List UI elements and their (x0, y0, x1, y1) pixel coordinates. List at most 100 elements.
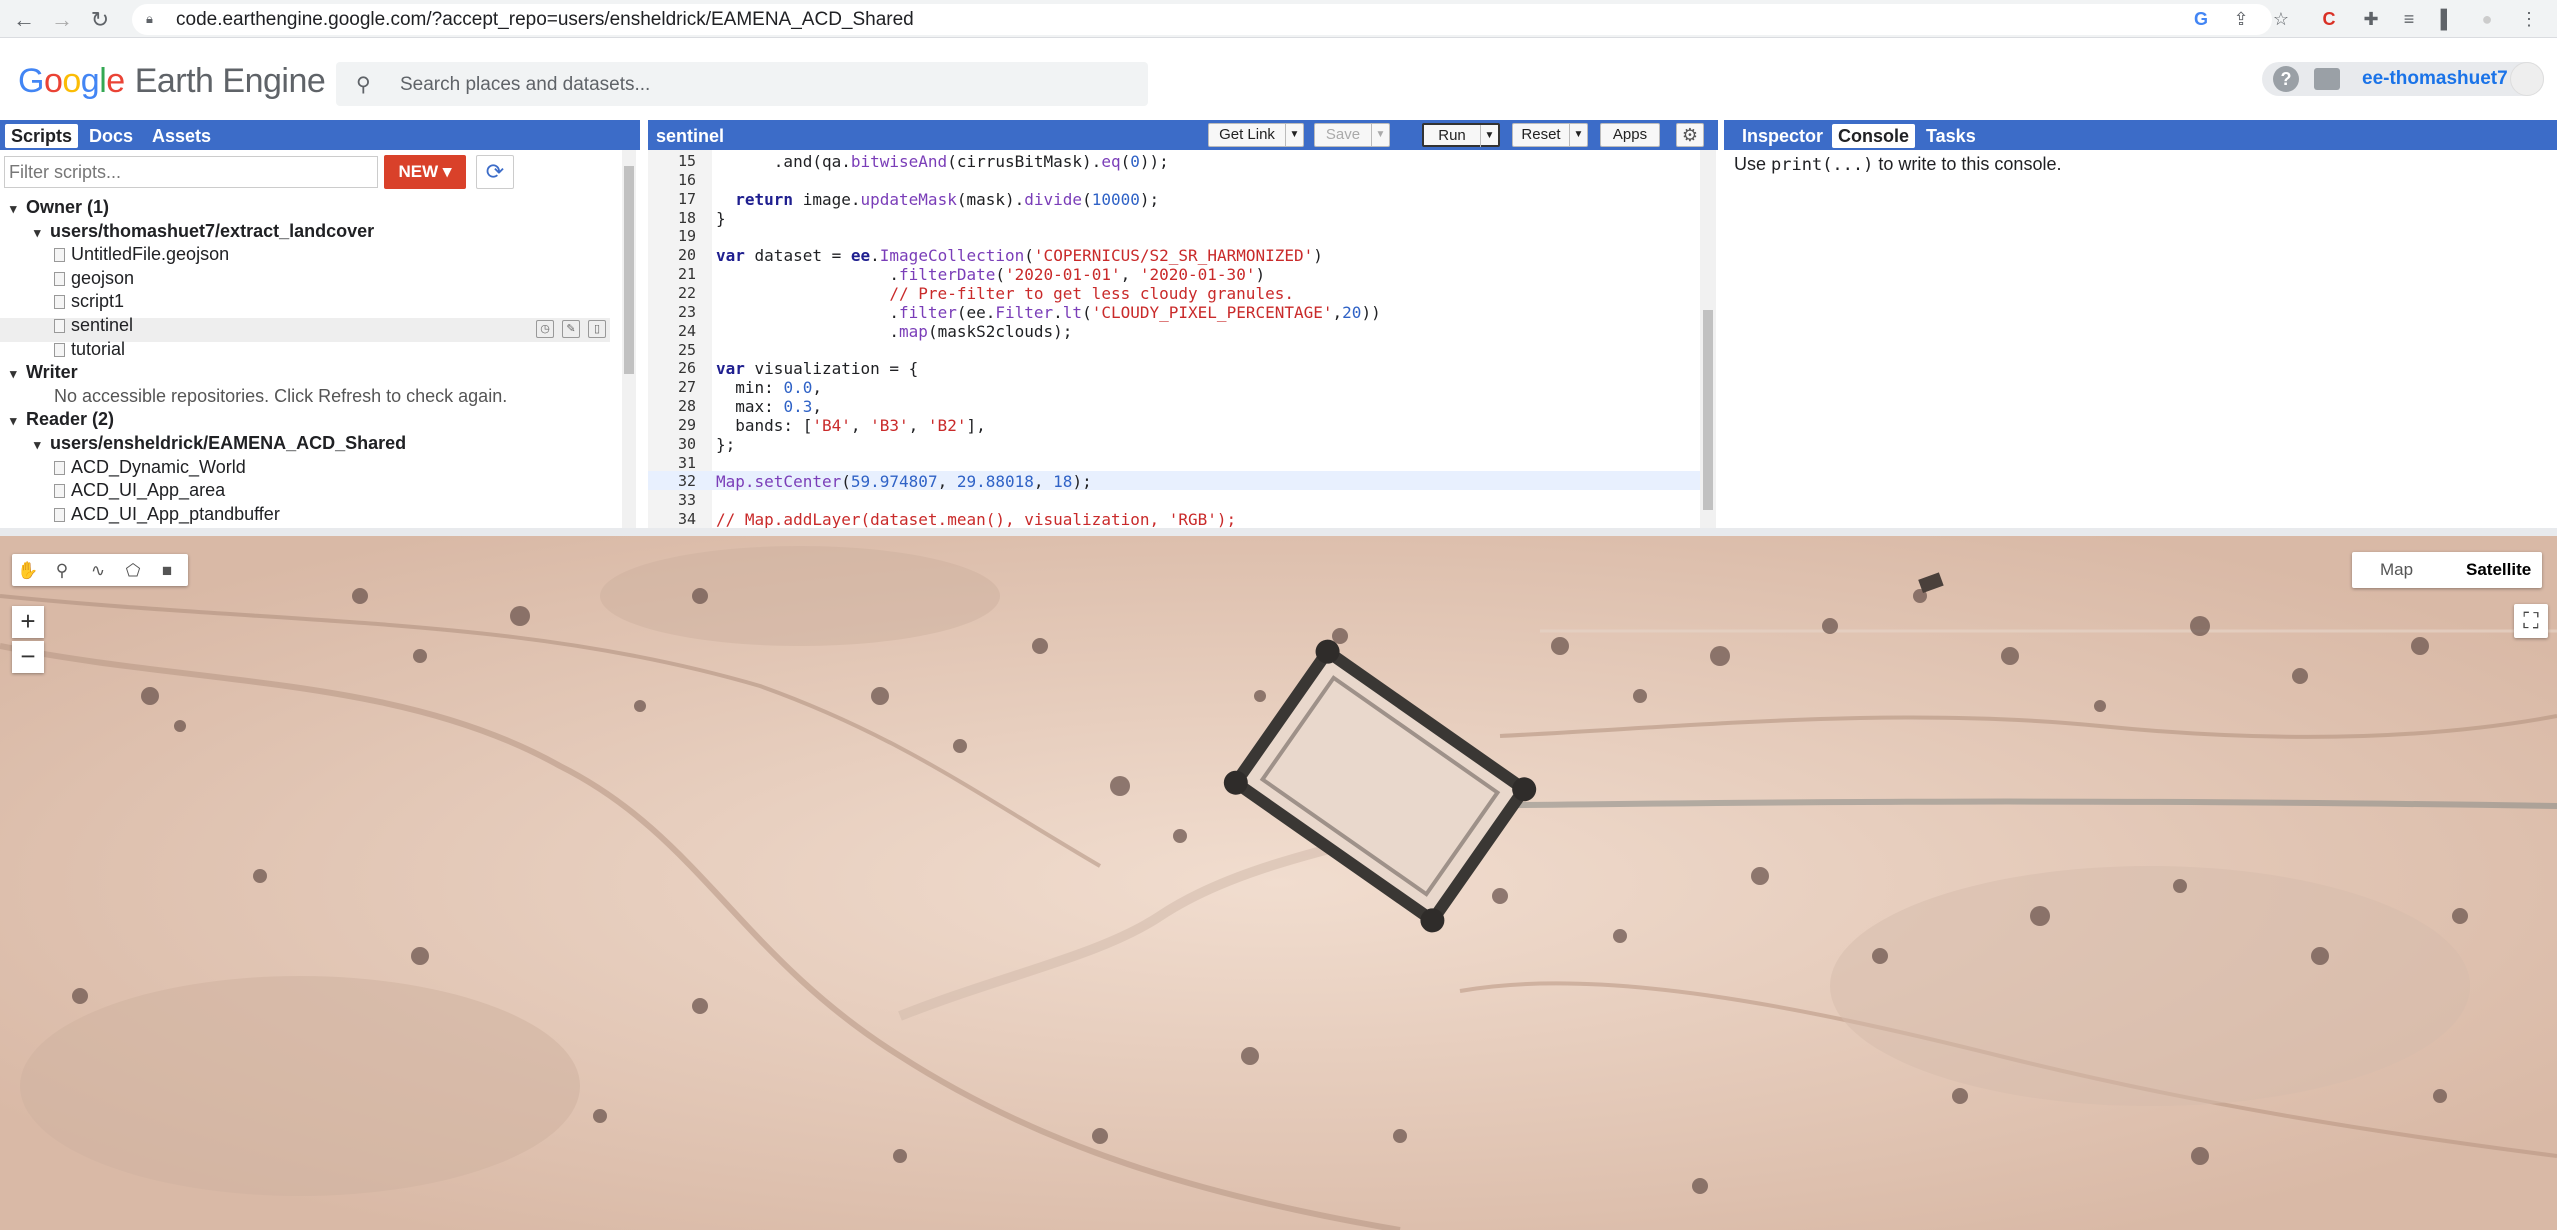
avatar[interactable] (2510, 62, 2544, 96)
tree-folder[interactable]: ▾ Writer (10, 361, 78, 384)
script-file[interactable]: UntitledFile.geojson (54, 243, 229, 266)
code-line[interactable]: } (716, 209, 726, 228)
file-icon (54, 248, 65, 263)
script-file[interactable]: sentinel (54, 314, 133, 337)
tab-assets[interactable]: Assets (146, 124, 217, 148)
reset-button[interactable]: Reset ▼ (1512, 123, 1588, 147)
map-view[interactable] (0, 536, 2557, 1230)
hand-icon[interactable]: ✋ (17, 560, 39, 582)
tree-folder[interactable]: ▾ users/thomashuet7/extract_landcover (34, 220, 374, 243)
code-line[interactable]: bands: ['B4', 'B3', 'B2'], (716, 416, 985, 435)
chevron-down-icon[interactable]: ▼ (1285, 124, 1303, 146)
caret-down-icon[interactable]: ▾ (34, 221, 50, 244)
code-line[interactable]: return image.updateMask(mask).divide(100… (716, 190, 1159, 209)
console-panel (1724, 150, 2557, 528)
script-file[interactable]: ACD_Dynamic_World (54, 456, 246, 479)
browser-toolbar: ← → ↻ 🔒︎ code.earthengine.google.com/?ac… (0, 0, 2557, 38)
script-file[interactable]: geojson (54, 267, 134, 290)
forward-icon[interactable]: → (48, 6, 76, 34)
code-line[interactable]: // Pre-filter to get less cloudy granule… (716, 284, 1294, 303)
panel-divider[interactable] (0, 528, 2557, 536)
tab-tasks[interactable]: Tasks (1920, 124, 1982, 148)
share-icon[interactable]: ⇪ (2230, 8, 2252, 30)
refresh-icon[interactable]: ⟳ (476, 155, 514, 189)
code-line[interactable]: }; (716, 435, 735, 454)
bookmark-star-icon[interactable]: ☆ (2270, 8, 2292, 30)
code-line[interactable]: .filter(ee.Filter.lt('CLOUDY_PIXEL_PERCE… (716, 303, 1380, 322)
username-label[interactable]: ee-thomashuet7 (2362, 68, 2508, 90)
line-number: 18 (677, 208, 696, 227)
tab-docs[interactable]: Docs (83, 124, 139, 148)
tree-label: users/thomashuet7/extract_landcover (50, 220, 375, 241)
chevron-down-icon[interactable]: ▼ (1480, 125, 1498, 147)
get-link-button[interactable]: Get Link ▼ (1208, 123, 1304, 147)
history-icon[interactable]: ◷ (536, 320, 554, 338)
line-icon[interactable]: ∿ (87, 560, 109, 582)
code-line[interactable]: .and(qa.bitwiseAnd(cirrusBitMask).eq(0))… (716, 152, 1169, 171)
line-number: 23 (677, 302, 696, 321)
address-bar[interactable]: 🔒︎ code.earthengine.google.com/?accept_r… (132, 4, 2272, 35)
tree-folder[interactable]: ▾ Reader (2) (10, 408, 114, 431)
sidepanel-icon[interactable]: ▌ (2436, 8, 2458, 30)
code-line[interactable]: Map.setCenter(59.974807, 29.88018, 18); (716, 472, 1092, 491)
back-icon[interactable]: ← (10, 6, 38, 34)
playlist-icon[interactable]: ≡ (2398, 8, 2420, 30)
line-number: 22 (677, 283, 696, 302)
script-file[interactable]: ACD_UI_App_area (54, 479, 225, 502)
editor-scrollbar[interactable] (1700, 150, 1716, 528)
code-line[interactable]: .filterDate('2020-01-01', '2020-01-30') (716, 265, 1265, 284)
run-button[interactable]: Run ▼ (1422, 123, 1500, 147)
code-line[interactable]: max: 0.3, (716, 397, 822, 416)
script-file[interactable]: script1 (54, 290, 124, 313)
fullscreen-icon[interactable]: ⛶ (2514, 604, 2548, 638)
delete-icon[interactable]: ▯ (588, 320, 606, 338)
scripts-scrollbar[interactable] (622, 150, 636, 528)
filter-scripts-input[interactable]: Filter scripts... (4, 156, 378, 188)
line-number: 27 (677, 378, 696, 397)
code-line[interactable]: min: 0.0, (716, 378, 822, 397)
map-type-map[interactable]: Map (2380, 560, 2413, 580)
reload-icon[interactable]: ↻ (86, 6, 114, 34)
new-button[interactable]: NEW ▾ (384, 155, 466, 189)
console-hint: Use print(...) to write to this console. (1734, 154, 2062, 175)
file-icon (54, 507, 65, 522)
zoom-out-button[interactable]: − (12, 641, 44, 673)
puzzle-icon[interactable]: ✚ (2360, 8, 2382, 30)
code-line[interactable]: var dataset = ee.ImageCollection('COPERN… (716, 246, 1323, 265)
edit-icon[interactable]: ✎ (562, 320, 580, 338)
more-icon[interactable]: ⋮ (2518, 8, 2540, 30)
code-line[interactable]: .map(maskS2clouds); (716, 322, 1072, 341)
code-line[interactable]: // Map.addLayer(dataset.mean(), visualiz… (716, 510, 1236, 529)
file-icon (54, 460, 65, 475)
code-line[interactable]: var visualization = { (716, 359, 918, 378)
chevron-down-icon[interactable]: ▼ (1371, 124, 1389, 146)
zoom-in-button[interactable]: + (12, 606, 44, 638)
tab-inspector[interactable]: Inspector (1736, 124, 1829, 148)
caret-down-icon[interactable]: ▾ (34, 433, 50, 456)
extension-icon[interactable]: C (2318, 8, 2340, 30)
caret-down-icon[interactable]: ▾ (10, 197, 26, 220)
caret-down-icon[interactable]: ▾ (10, 362, 26, 385)
save-button[interactable]: Save ▼ (1314, 123, 1390, 147)
tab-scripts[interactable]: Scripts (5, 124, 79, 148)
search-box[interactable]: ⚲ Search places and datasets... (336, 62, 1148, 106)
caret-down-icon[interactable]: ▾ (10, 409, 26, 432)
google-icon[interactable]: G (2190, 8, 2212, 30)
script-name: sentinel (656, 126, 725, 146)
point-marker-icon[interactable]: ⚲ (51, 560, 73, 582)
gear-icon[interactable]: ⚙ (1676, 123, 1704, 147)
script-file[interactable]: tutorial (54, 338, 125, 361)
rectangle-icon[interactable]: ■ (156, 560, 178, 582)
tab-console[interactable]: Console (1832, 124, 1916, 148)
apps-button[interactable]: Apps (1600, 123, 1660, 147)
tree-folder[interactable]: ▾ users/ensheldrick/EAMENA_ACD_Shared (34, 432, 406, 455)
tree-folder[interactable]: ▾ Owner (1) (10, 196, 109, 219)
chevron-down-icon[interactable]: ▼ (1569, 124, 1587, 146)
script-file[interactable]: ACD_UI_App_ptandbuffer (54, 503, 280, 526)
line-number: 21 (677, 265, 696, 284)
map-type-satellite[interactable]: Satellite (2466, 560, 2531, 580)
help-icon[interactable]: ? (2273, 66, 2299, 92)
feedback-icon[interactable] (2314, 68, 2340, 90)
polygon-icon[interactable]: ⬠ (122, 560, 144, 582)
profile-icon[interactable]: ● (2476, 8, 2498, 30)
